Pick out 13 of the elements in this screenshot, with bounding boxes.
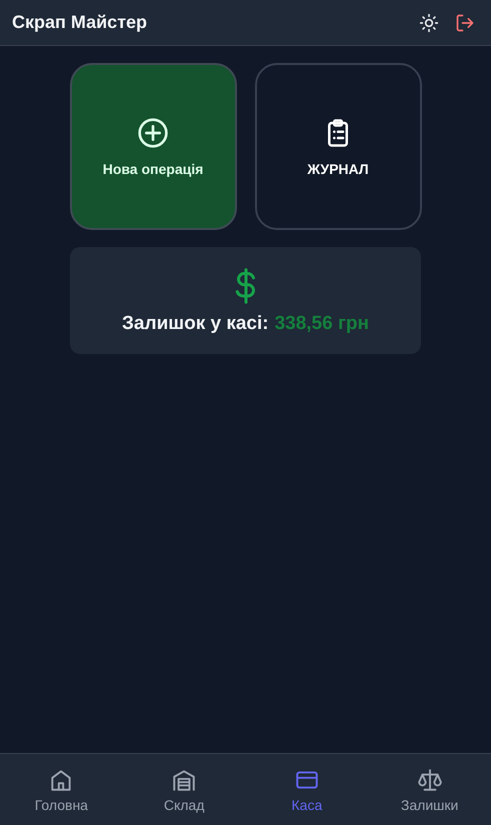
sun-icon bbox=[419, 12, 439, 32]
balance-label: Залишок у касі: bbox=[122, 312, 269, 334]
nav-tab[interactable]: Головна bbox=[0, 754, 123, 825]
app-title: Скрап Майстер bbox=[12, 12, 148, 33]
scales-icon bbox=[416, 766, 443, 792]
new-operation-button[interactable]: Нова операція bbox=[70, 63, 236, 230]
nav-tab[interactable]: Каса bbox=[246, 754, 368, 825]
balance-amount: 338,56 грн bbox=[274, 312, 369, 334]
nav-tab[interactable]: Склад bbox=[122, 754, 246, 825]
plus-circle-icon bbox=[137, 116, 169, 148]
nav-tab[interactable]: Залишки bbox=[368, 754, 491, 825]
logout-icon bbox=[455, 12, 475, 32]
journal-button[interactable]: ЖУРНАЛ bbox=[254, 63, 422, 230]
